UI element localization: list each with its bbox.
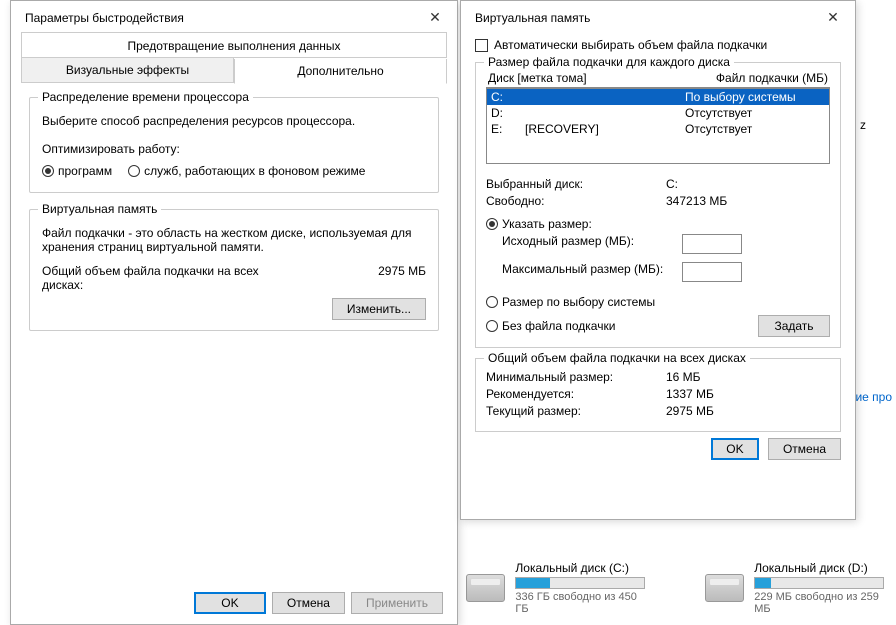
current-size-label: Текущий размер:	[486, 404, 666, 418]
performance-options-dialog: Параметры быстродействия ✕ Предотвращени…	[10, 0, 458, 625]
cancel-button[interactable]: Отмена	[272, 592, 345, 614]
set-button[interactable]: Задать	[758, 315, 830, 337]
close-icon[interactable]: ✕	[423, 9, 447, 26]
virtual-memory-dialog: Виртуальная память ✕ Автоматически выбир…	[460, 0, 856, 520]
group-legend: Размер файла подкачки для каждого диска	[484, 55, 734, 69]
disk-free-text: 336 ГБ свободно из 450 ГБ	[515, 591, 650, 615]
radio-label: Указать размер:	[502, 217, 592, 231]
drive-row-d[interactable]: D: Отсутствует	[487, 105, 829, 121]
min-size-value: 16 МБ	[666, 370, 701, 384]
selected-drive-value: C:	[666, 177, 678, 191]
close-icon[interactable]: ✕	[821, 9, 845, 26]
max-size-input[interactable]	[682, 262, 742, 282]
recommended-value: 1337 МБ	[666, 387, 714, 401]
col-file: Файл подкачки (МБ)	[716, 71, 828, 85]
radio-dot-icon	[42, 165, 54, 177]
vm-desc: Файл подкачки - это область на жестком д…	[42, 226, 426, 254]
radio-dot-icon	[128, 165, 140, 177]
disk-item-c[interactable]: Локальный диск (C:) 336 ГБ свободно из 4…	[466, 561, 651, 615]
ok-button[interactable]: OK	[711, 438, 758, 460]
radio-label: программ	[58, 164, 112, 178]
disk-free-text: 229 МБ свободно из 259 МБ	[754, 591, 896, 615]
radio-custom-size[interactable]: Указать размер:	[486, 217, 592, 231]
disk-usage-bar	[515, 577, 645, 589]
group-legend: Распределение времени процессора	[38, 90, 253, 104]
radio-label: служб, работающих в фоновом режиме	[144, 164, 365, 178]
radio-programs[interactable]: программ	[42, 164, 112, 178]
drive-row-e[interactable]: E: [RECOVERY] Отсутствует	[487, 121, 829, 137]
disk-name: Локальный диск (C:)	[515, 561, 650, 575]
cancel-button[interactable]: Отмена	[768, 438, 841, 460]
apply-button[interactable]: Применить	[351, 592, 443, 614]
drive-icon	[705, 574, 744, 602]
disk-list: Локальный диск (C:) 336 ГБ свободно из 4…	[466, 561, 896, 615]
initial-size-input[interactable]	[682, 234, 742, 254]
tab-visual-effects[interactable]: Визуальные эффекты	[21, 58, 234, 83]
ok-button[interactable]: OK	[194, 592, 266, 614]
row-label	[525, 106, 685, 120]
processor-scheduling-group: Распределение времени процессора Выберит…	[29, 97, 439, 193]
radio-services[interactable]: служб, работающих в фоновом режиме	[128, 164, 365, 178]
initial-size-label: Исходный размер (МБ):	[502, 234, 682, 254]
radio-label: Без файла подкачки	[502, 319, 615, 333]
auto-manage-label: Автоматически выбирать объем файла подка…	[494, 38, 767, 52]
row-file: Отсутствует	[685, 106, 825, 120]
row-drive: E:	[491, 122, 525, 136]
radio-dot-icon	[486, 320, 498, 332]
change-button[interactable]: Изменить...	[332, 298, 426, 320]
free-space-value: 347213 МБ	[666, 194, 727, 208]
drive-icon	[466, 574, 505, 602]
auto-manage-checkbox[interactable]	[475, 39, 488, 52]
current-size-value: 2975 МБ	[666, 404, 714, 418]
radio-system-managed[interactable]: Размер по выбору системы	[486, 295, 655, 309]
bg-char: z	[860, 118, 866, 132]
radio-dot-icon	[486, 296, 498, 308]
vm-total-value: 2975 МБ	[378, 264, 426, 292]
group-legend: Общий объем файла подкачки на всех диска…	[484, 351, 750, 365]
disk-item-d[interactable]: Локальный диск (D:) 229 МБ свободно из 2…	[705, 561, 896, 615]
row-drive: C:	[491, 90, 525, 104]
row-label	[525, 90, 685, 104]
pagefile-per-drive-group: Размер файла подкачки для каждого диска …	[475, 62, 841, 348]
max-size-label: Максимальный размер (МБ):	[502, 262, 682, 282]
total-pagefile-group: Общий объем файла подкачки на всех диска…	[475, 358, 841, 432]
optimize-label: Оптимизировать работу:	[42, 142, 426, 156]
recommended-label: Рекомендуется:	[486, 387, 666, 401]
row-drive: D:	[491, 106, 525, 120]
dialog-title: Параметры быстродействия	[25, 11, 184, 25]
col-disk: Диск [метка тома]	[488, 71, 587, 85]
virtual-memory-group: Виртуальная память Файл подкачки - это о…	[29, 209, 439, 331]
row-label: [RECOVERY]	[525, 122, 685, 136]
selected-drive-label: Выбранный диск:	[486, 177, 666, 191]
tab-advanced[interactable]: Дополнительно	[234, 59, 447, 84]
sched-desc: Выберите способ распределения ресурсов п…	[42, 114, 426, 128]
disk-usage-bar	[754, 577, 884, 589]
disk-name: Локальный диск (D:)	[754, 561, 896, 575]
group-legend: Виртуальная память	[38, 202, 161, 216]
row-file: По выбору системы	[685, 90, 825, 104]
vm-total-label: Общий объем файла подкачки на всех диска…	[42, 264, 302, 292]
dialog-title: Виртуальная память	[475, 11, 590, 25]
radio-label: Размер по выбору системы	[502, 295, 655, 309]
row-file: Отсутствует	[685, 122, 825, 136]
radio-no-pagefile[interactable]: Без файла подкачки	[486, 319, 615, 333]
drive-row-c[interactable]: C: По выбору системы	[487, 89, 829, 105]
free-space-label: Свободно:	[486, 194, 666, 208]
drive-list[interactable]: C: По выбору системы D: Отсутствует E: […	[486, 88, 830, 164]
min-size-label: Минимальный размер:	[486, 370, 666, 384]
radio-dot-icon	[486, 218, 498, 230]
tab-dep[interactable]: Предотвращение выполнения данных	[21, 32, 447, 58]
